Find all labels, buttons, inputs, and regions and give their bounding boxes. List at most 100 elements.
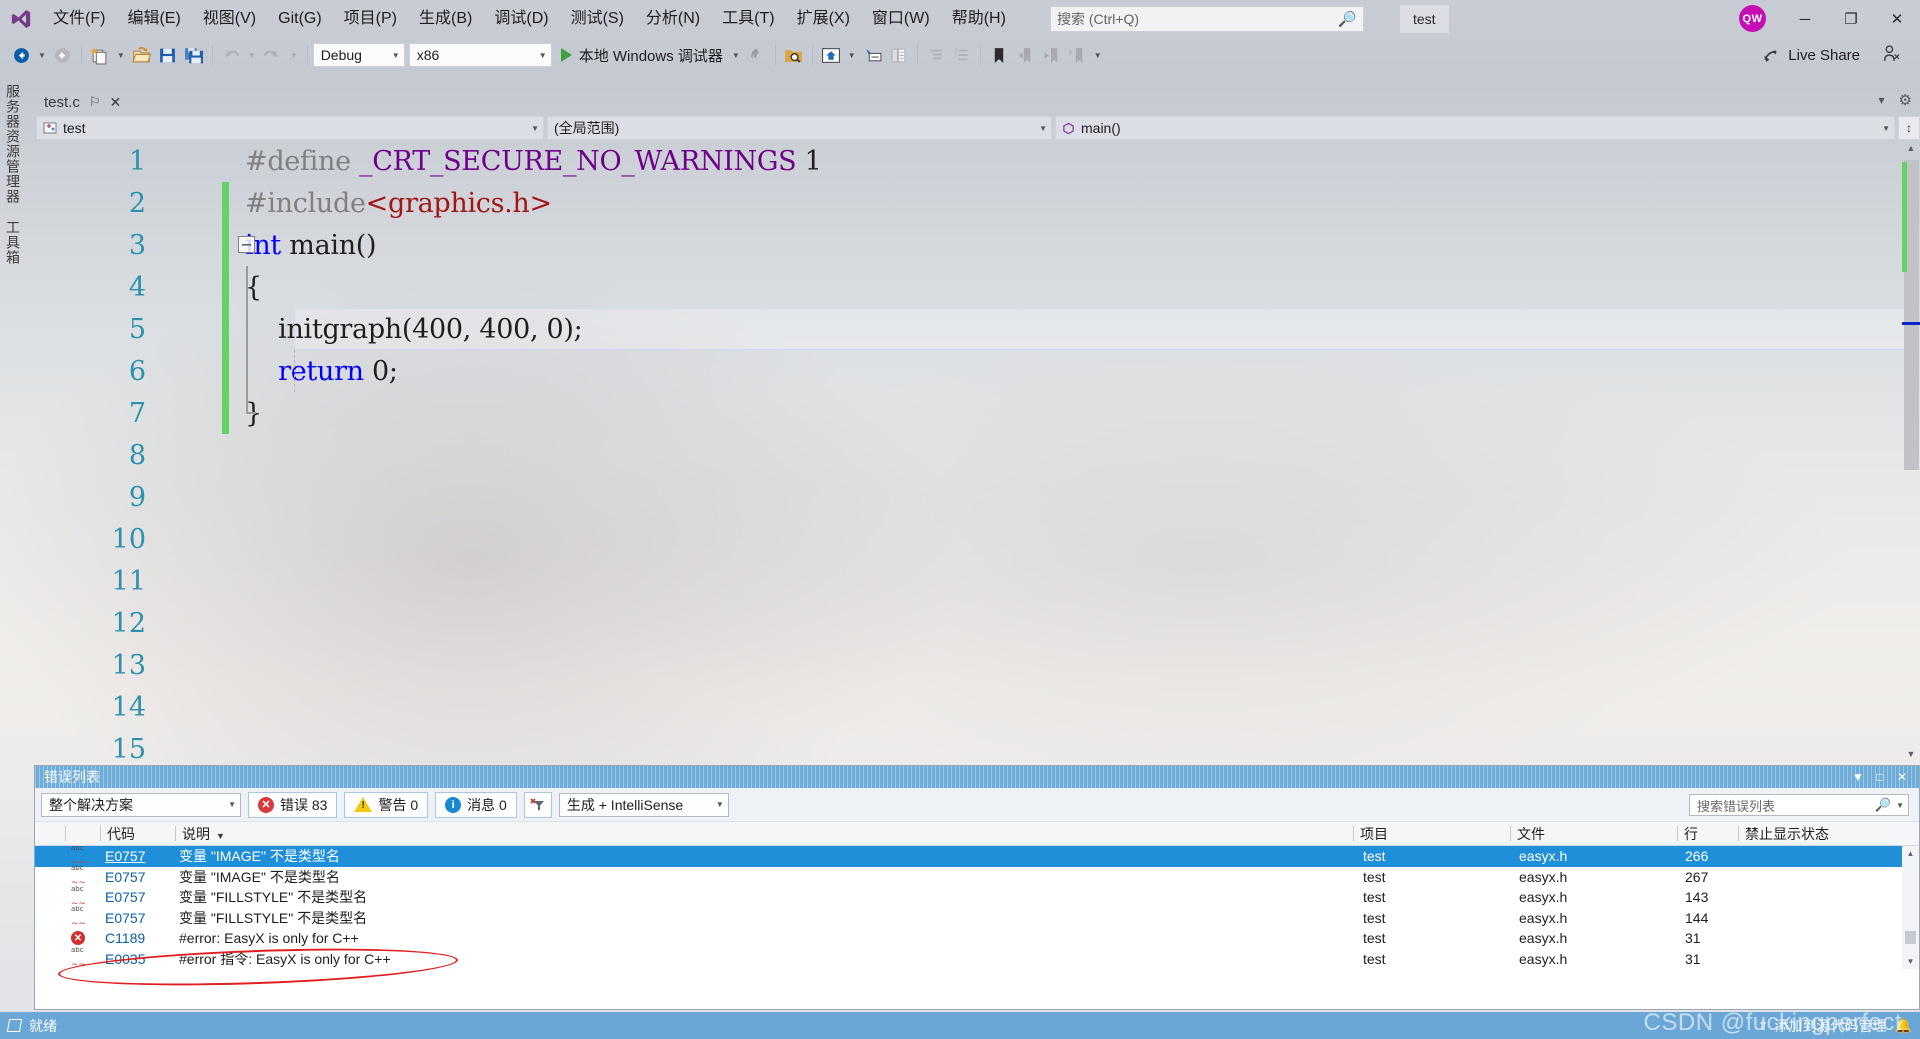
warnings-toggle-button[interactable]: 警告 0 (344, 791, 429, 818)
minimize-button[interactable]: ─ (1782, 0, 1828, 38)
build-intellisense-combo[interactable]: 生成 + IntelliSense ▼ (558, 792, 729, 817)
find-in-files-icon[interactable] (781, 41, 807, 69)
column-header-line[interactable]: 行 (1678, 824, 1738, 844)
code-editor[interactable]: 1 #define _CRT_SECURE_NO_WARNINGS 1 2 #i… (36, 140, 1920, 765)
live-share-person-icon[interactable] (1883, 44, 1900, 68)
properties-window-icon[interactable] (860, 41, 886, 69)
table-row[interactable]: abc ∼∼ E0757 变量 "IMAGE" 不是类型名 test easyx.… (35, 865, 1919, 888)
error-code-link[interactable]: C1189 (105, 930, 145, 946)
close-icon[interactable]: ✕ (110, 94, 122, 111)
split-editor-button[interactable]: ↕ (1898, 116, 1920, 140)
menu-test[interactable]: 测试(S) (560, 5, 635, 33)
save-all-icon[interactable] (181, 41, 207, 69)
scroll-down-icon[interactable]: ▼ (1902, 746, 1920, 762)
collapse-region-button[interactable]: ─ (238, 236, 255, 253)
error-list-vertical-scrollbar[interactable]: ▲ ▼ (1902, 846, 1919, 969)
menu-help[interactable]: 帮助(H) (941, 5, 1017, 33)
errors-toggle-button[interactable]: ✕ 错误 83 (248, 791, 338, 818)
line-number: 7 (128, 397, 146, 429)
close-button[interactable]: ✕ (1874, 0, 1920, 38)
line-number: 13 (111, 649, 146, 681)
table-row[interactable]: abc ∼∼ E0035 #error 指令: EasyX is only for… (35, 947, 1919, 969)
error-code-link[interactable]: E0035 (105, 951, 145, 967)
error-scope-combo[interactable]: 整个解决方案 ▼ (41, 792, 241, 817)
solution-configuration-combo[interactable]: Debug ▼ (312, 43, 405, 67)
menu-file[interactable]: 文件(F) (42, 5, 116, 33)
change-bar (222, 686, 229, 728)
table-row[interactable]: abc ∼∼ E0757 变量 "FILLSTYLE" 不是类型名 test ea… (35, 886, 1919, 909)
column-header-description[interactable]: 说明 ▼ (176, 824, 1353, 844)
menu-window[interactable]: 窗口(W) (861, 5, 941, 33)
start-debugging-button[interactable]: 本地 Windows 调试器 (556, 41, 728, 69)
live-share-button[interactable]: Live Share (1762, 42, 1860, 68)
messages-toggle-button[interactable]: i 消息 0 (435, 791, 517, 818)
column-header-suppression[interactable]: 禁止显示状态 (1739, 824, 1919, 844)
scroll-up-icon[interactable]: ▲ (1902, 140, 1920, 156)
solution-platform-combo[interactable]: x86 ▼ (408, 43, 552, 67)
build-intellisense-value: 生成 + IntelliSense (566, 796, 684, 813)
line-number: 3 (128, 229, 146, 261)
change-bar (222, 728, 229, 765)
error-project: test (1363, 848, 1386, 865)
open-file-icon[interactable] (129, 41, 155, 69)
clear-filter-button[interactable] (523, 791, 552, 818)
table-row[interactable]: abc ∼∼ E0757 变量 "FILLSTYLE" 不是类型名 test ea… (35, 906, 1919, 929)
pin-icon[interactable]: ⚐ (89, 94, 101, 110)
error-list-search-input[interactable]: 搜索错误列表 🔍 ▼ (1689, 794, 1909, 816)
column-header-project[interactable]: 项目 (1354, 824, 1510, 844)
scroll-up-icon[interactable]: ▲ (1902, 846, 1919, 861)
chevron-down-icon[interactable]: ▾ (1879, 93, 1885, 107)
chevron-down-icon[interactable]: ▼ (1896, 801, 1904, 810)
sidebar-item-toolbox[interactable]: 工具箱 (0, 212, 26, 273)
line-number: 12 (111, 607, 146, 639)
code-token: main() (280, 229, 377, 261)
panel-dropdown-icon[interactable]: ▼ (1847, 770, 1869, 784)
column-header-file[interactable]: 文件 (1511, 824, 1677, 844)
avatar[interactable]: QW (1739, 5, 1766, 32)
errors-count-label: 错误 83 (280, 796, 328, 813)
error-code-link[interactable]: E0757 (105, 869, 145, 885)
menu-view[interactable]: 视图(V) (192, 5, 267, 33)
menu-build[interactable]: 生成(B) (408, 5, 483, 33)
scrollbar-change-marker (1902, 162, 1907, 272)
panel-maximize-icon[interactable]: □ (1869, 770, 1891, 784)
tab-test-c[interactable]: test.c ⚐ ✕ (34, 88, 131, 116)
error-code-link[interactable]: E0757 (105, 848, 145, 864)
scroll-down-icon[interactable]: ▼ (1902, 954, 1919, 969)
panel-close-icon[interactable]: ✕ (1891, 770, 1913, 784)
navigate-back-dropdown-icon[interactable]: ▼ (34, 51, 50, 60)
menu-project[interactable]: 项目(P) (333, 5, 408, 33)
solution-explorer-home-icon[interactable] (818, 41, 844, 69)
editor-vertical-scrollbar[interactable]: ▲ ▼ (1902, 140, 1920, 762)
global-search-input[interactable]: 搜索 (Ctrl+Q) 🔍 (1050, 6, 1364, 32)
menu-debug[interactable]: 调试(D) (483, 5, 559, 33)
navigate-back-icon[interactable] (8, 41, 34, 69)
function-scope-combo[interactable]: main() ▼ (1055, 116, 1895, 140)
menu-git[interactable]: Git(G) (267, 5, 333, 33)
new-project-icon[interactable] (87, 41, 113, 69)
menu-analyze[interactable]: 分析(N) (635, 5, 711, 33)
solution-explorer-dropdown-icon[interactable]: ▼ (844, 51, 860, 60)
menu-extensions[interactable]: 扩展(X) (786, 5, 861, 33)
solution-name-chip: test (1400, 5, 1449, 33)
toggle-bookmark-icon[interactable] (986, 41, 1012, 69)
start-debugging-dropdown-icon[interactable]: ▼ (728, 51, 744, 60)
error-code-link[interactable]: E0757 (105, 910, 145, 926)
new-project-dropdown-icon[interactable]: ▼ (113, 51, 129, 60)
column-header-code[interactable]: 代码 (101, 824, 175, 844)
toolbar-overflow-icon[interactable]: ▼ (1090, 51, 1106, 60)
restore-button[interactable]: ❐ (1828, 0, 1874, 38)
table-row[interactable]: ✕ C1189 #error: EasyX is only for C++ te… (35, 928, 1919, 949)
gear-icon[interactable]: ⚙ (1899, 91, 1912, 109)
notifications-icon[interactable]: 🔔 (1895, 1017, 1912, 1034)
save-icon[interactable] (155, 41, 181, 69)
scrollbar-thumb[interactable] (1905, 931, 1916, 944)
error-code-link[interactable]: E0757 (105, 889, 145, 905)
project-scope-combo[interactable]: test ▼ (36, 116, 544, 140)
add-to-source-control-button[interactable]: ⇧ 添加到源代码管理 (1758, 1016, 1887, 1036)
menu-tools[interactable]: 工具(T) (711, 5, 785, 33)
error-file: easyx.h (1519, 930, 1568, 947)
menu-edit[interactable]: 编辑(E) (116, 5, 191, 33)
table-row[interactable]: abc ∼∼ E0757 变量 "IMAGE" 不是类型名 test easyx.… (35, 846, 1919, 867)
member-scope-combo[interactable]: (全局范围) ▼ (547, 116, 1052, 140)
